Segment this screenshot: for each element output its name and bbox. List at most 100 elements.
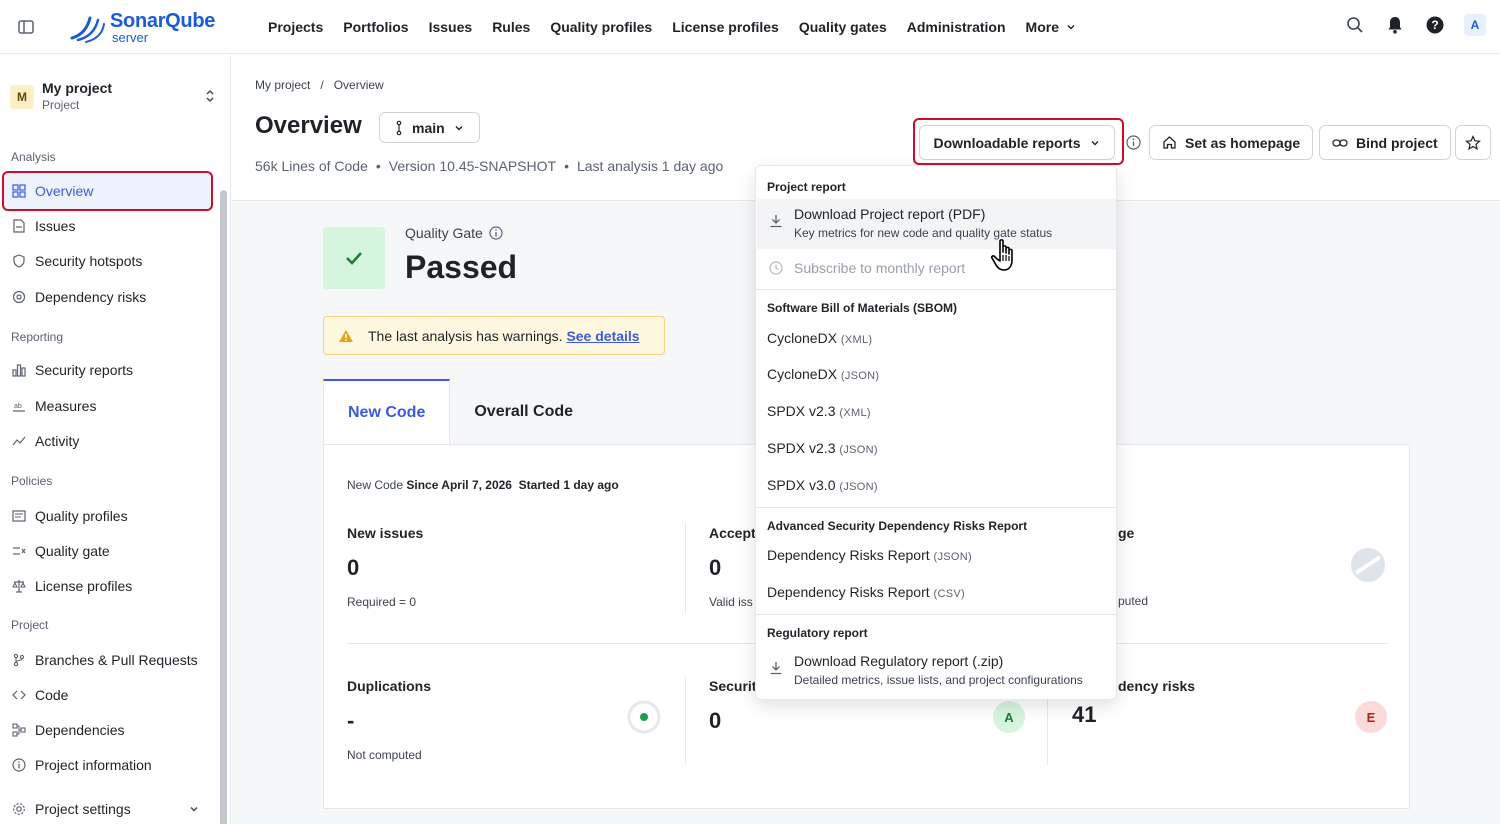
sidebar-item-dependencies[interactable]: Dependencies — [4, 712, 212, 748]
sidebar-item-license-profiles[interactable]: License profiles — [4, 568, 212, 604]
nav-portfolios[interactable]: Portfolios — [333, 19, 418, 35]
code-icon — [12, 690, 26, 700]
metric-value[interactable]: 0 — [709, 555, 756, 581]
see-details-link[interactable]: See details — [566, 328, 639, 344]
project-type: Project — [42, 98, 80, 112]
user-avatar[interactable]: A — [1464, 14, 1486, 36]
sidebar-item-project-settings[interactable]: Project settings — [4, 791, 212, 824]
nav-projects[interactable]: Projects — [258, 19, 333, 35]
sbom-name: CycloneDX — [767, 366, 838, 382]
nav-quality-profiles[interactable]: Quality profiles — [540, 19, 662, 35]
download-icon — [770, 662, 782, 675]
sidebar-item-project-information[interactable]: Project information — [4, 747, 212, 783]
sidebar-item-overview[interactable]: Overview — [4, 173, 212, 209]
chevron-updown-icon — [206, 90, 214, 102]
tab-new-code[interactable]: New Code — [323, 379, 451, 445]
metric-new-issues[interactable]: New issues 0 Required = 0 — [347, 525, 423, 609]
breadcrumb-project[interactable]: My project — [255, 78, 310, 92]
nav-rules[interactable]: Rules — [482, 19, 540, 35]
meta-separator: • — [375, 158, 381, 174]
sidebar-item-security-hotspots[interactable]: Security hotspots — [4, 243, 212, 279]
sidebar-toggle-icon[interactable] — [16, 17, 36, 37]
set-homepage-button[interactable]: Set as homepage — [1149, 125, 1314, 160]
sidebar-item-measures[interactable]: ab Measures — [4, 388, 212, 424]
menu-section-advanced-security: Advanced Security Dependency Risks Repor… — [767, 519, 1028, 533]
menu-item-cyclonedx-json[interactable]: CycloneDX (JSON) — [767, 366, 879, 382]
metric-title: Accept — [709, 525, 756, 541]
new-code-since: Since April 7, 2026 — [406, 478, 512, 492]
section-reporting: Reporting — [11, 330, 64, 344]
sidebar-item-quality-profiles[interactable]: Quality profiles — [4, 498, 212, 534]
sidebar-label-code: Code — [35, 687, 69, 703]
help-icon[interactable]: ? — [1424, 14, 1446, 36]
sidebar-item-activity[interactable]: Activity — [4, 423, 212, 459]
menu-item-download-project-pdf[interactable]: Download Project report (PDF) Key metric… — [767, 206, 1107, 246]
metric-title: Duplications — [347, 678, 432, 694]
nav-more[interactable]: More — [1016, 19, 1087, 35]
nav-administration[interactable]: Administration — [897, 19, 1016, 35]
metric-value[interactable]: 0 — [347, 555, 423, 581]
project-badge: M — [10, 85, 34, 109]
sidebar-scrollbar[interactable] — [220, 190, 227, 824]
nav-issues[interactable]: Issues — [419, 19, 483, 35]
bar-chart-icon — [12, 364, 26, 377]
favorite-button[interactable] — [1455, 125, 1491, 160]
menu-item-spdx23-xml[interactable]: SPDX v2.3 (XML) — [767, 403, 871, 419]
sonarqube-logo[interactable]: SonarQube server — [68, 8, 228, 46]
analysis-warning-banner: The last analysis has warnings. See deta… — [323, 316, 665, 355]
project-switcher[interactable]: M My project Project — [10, 79, 220, 115]
sidebar-item-security-reports[interactable]: Security reports — [4, 352, 212, 388]
nav-more-label: More — [1025, 19, 1059, 35]
branch-name: main — [412, 119, 445, 136]
code-tabs: New Code Overall Code — [323, 379, 597, 445]
metric-duplications[interactable]: Duplications - Not computed — [347, 678, 431, 762]
sidebar-item-dependency-risks[interactable]: Dependency risks — [4, 279, 212, 315]
duplication-indicator-icon — [627, 700, 661, 734]
metric-security[interactable]: Securit 0 — [709, 678, 756, 734]
branch-icon — [13, 653, 25, 667]
metric-value[interactable]: 0 — [709, 708, 756, 734]
sbom-format: (JSON) — [839, 481, 878, 493]
menu-item-subscribe-monthly[interactable]: Subscribe to monthly report — [767, 260, 1107, 280]
nav-quality-gates[interactable]: Quality gates — [789, 19, 897, 35]
bell-icon[interactable] — [1384, 14, 1406, 36]
metric-accepted-issues[interactable]: Accept 0 Valid iss — [709, 525, 756, 609]
sbom-name: CycloneDX — [767, 330, 838, 346]
coverage-not-computed-icon — [1351, 548, 1385, 582]
divider — [685, 522, 686, 614]
metric-coverage[interactable]: ge puted — [1118, 525, 1148, 608]
menu-item-spdx23-json[interactable]: SPDX v2.3 (JSON) — [767, 440, 878, 456]
menu-item-dependency-risks-csv[interactable]: Dependency Risks Report (CSV) — [767, 584, 965, 600]
metric-sub: Not computed — [347, 748, 422, 762]
info-icon[interactable] — [1126, 135, 1141, 150]
new-code-started: Started 1 day ago — [518, 478, 619, 492]
bind-project-button[interactable]: Bind project — [1319, 125, 1451, 160]
menu-divider — [756, 289, 1116, 290]
nav-license-profiles[interactable]: License profiles — [662, 19, 789, 35]
sidebar-item-issues[interactable]: Issues — [4, 208, 212, 244]
menu-item-spdx30-json[interactable]: SPDX v3.0 (JSON) — [767, 477, 878, 493]
profile-list-icon — [12, 510, 26, 522]
metric-dependency-risks[interactable]: dency risks — [1118, 678, 1195, 694]
project-meta: 56k Lines of Code • Version 10.45-SNAPSH… — [255, 158, 723, 174]
sidebar-item-branches[interactable]: Branches & Pull Requests — [4, 642, 212, 678]
sidebar-item-code[interactable]: Code — [4, 677, 212, 713]
search-icon[interactable] — [1344, 14, 1366, 36]
info-icon — [12, 758, 26, 772]
menu-item-cyclonedx-xml[interactable]: CycloneDX (XML) — [767, 330, 872, 346]
menu-item-download-regulatory[interactable]: Download Regulatory report (.zip) Detail… — [767, 653, 1107, 693]
tab-overall-code[interactable]: Overall Code — [450, 379, 597, 445]
grid-icon — [12, 184, 26, 198]
sidebar-item-quality-gate[interactable]: Quality gate — [4, 533, 212, 569]
branch-selector[interactable]: main — [379, 112, 480, 143]
branch-icon — [396, 120, 402, 135]
menu-item-dependency-risks-json[interactable]: Dependency Risks Report (JSON) — [767, 547, 972, 563]
metric-value[interactable]: 41 — [1072, 702, 1096, 728]
downloadable-reports-button[interactable]: Downloadable reports — [919, 125, 1115, 160]
quality-gate-label-row: Quality Gate — [405, 225, 503, 241]
quality-gate-label: Quality Gate — [405, 225, 483, 241]
info-icon[interactable] — [489, 226, 503, 240]
metric-sub: puted — [1118, 594, 1149, 608]
menu-divider — [756, 614, 1116, 615]
issues-icon — [13, 219, 25, 233]
